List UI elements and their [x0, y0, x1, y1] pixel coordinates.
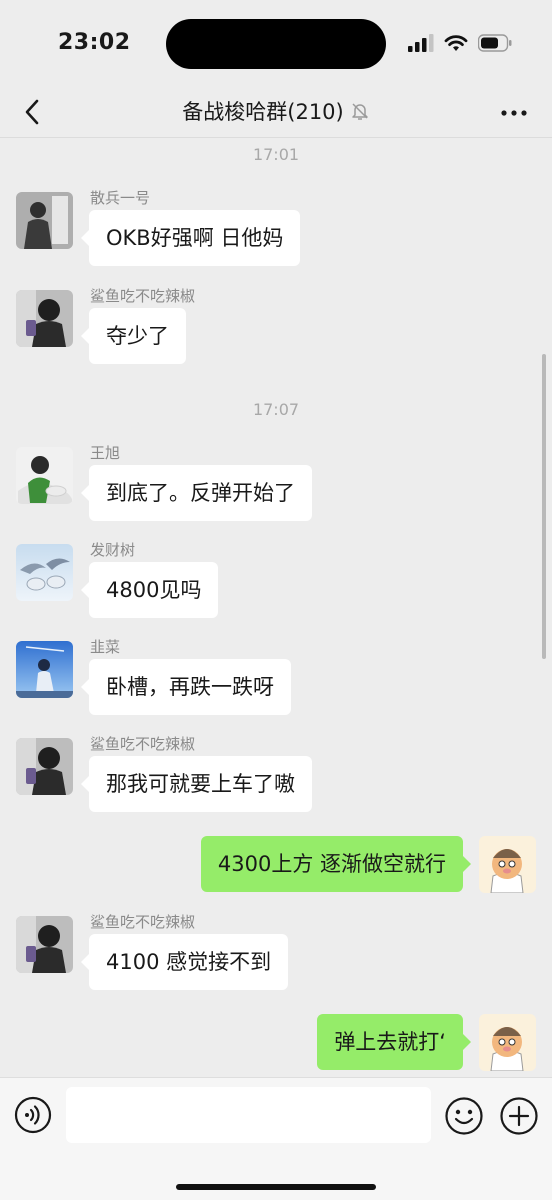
sender-name: 韭菜: [90, 638, 121, 656]
avatar[interactable]: [16, 192, 73, 249]
more-functions-button[interactable]: [499, 1096, 539, 1136]
avatar[interactable]: [16, 447, 73, 504]
voice-button[interactable]: [14, 1096, 52, 1134]
message-bubble[interactable]: 4100 感觉接不到: [80, 934, 289, 990]
scrollbar-thumb[interactable]: [542, 354, 546, 659]
wifi-icon: [444, 35, 468, 51]
message-bubble[interactable]: 到底了。反弹开始了: [81, 465, 312, 521]
timestamp: 17:01: [252, 145, 300, 164]
chat-screen: 23:02 备战梭哈群(210) 17:01 散兵一号 OKB好强啊 日他妈 鲨…: [0, 0, 552, 1200]
message-bubble[interactable]: 4300上方 逐渐做空就行: [200, 836, 472, 892]
nav-bar: 备战梭哈群(210): [0, 88, 552, 138]
status-time: 23:02: [58, 30, 131, 55]
avatar[interactable]: [16, 916, 73, 973]
input-bar: [0, 1077, 552, 1200]
avatar[interactable]: [16, 544, 73, 601]
avatar[interactable]: [16, 290, 73, 347]
bell-off-icon: [351, 103, 368, 120]
emoji-button[interactable]: [444, 1096, 484, 1136]
sender-name: 鲨鱼吃不吃辣椒: [90, 735, 196, 753]
my-avatar[interactable]: [479, 836, 536, 893]
dynamic-island: [166, 19, 386, 69]
my-avatar[interactable]: [479, 1014, 536, 1071]
signal-icon: [408, 34, 434, 52]
more-button[interactable]: [494, 98, 534, 128]
sender-name: 散兵一号: [90, 189, 151, 207]
battery-icon: [478, 34, 512, 52]
message-bubble[interactable]: 夺少了: [81, 308, 186, 364]
more-icon: [501, 110, 527, 116]
status-bar: 23:02: [0, 0, 552, 88]
timestamp: 17:07: [252, 400, 300, 419]
message-bubble[interactable]: OKB好强啊 日他妈: [80, 210, 301, 266]
voice-icon: [14, 1096, 52, 1134]
avatar[interactable]: [16, 641, 73, 698]
plus-icon: [500, 1097, 538, 1135]
message-input[interactable]: [66, 1087, 431, 1143]
sender-name: 鲨鱼吃不吃辣椒: [90, 287, 196, 305]
message-bubble[interactable]: 那我可就要上车了嗷: [81, 756, 312, 812]
message-bubble[interactable]: 弹上去就打‘: [317, 1014, 471, 1070]
home-indicator[interactable]: [176, 1184, 376, 1190]
chat-title-row: 备战梭哈群(210): [0, 96, 552, 126]
emoji-icon: [445, 1097, 483, 1135]
message-bubble[interactable]: 卧槽，再跌一跌呀: [81, 659, 291, 715]
status-icons: [408, 34, 512, 52]
message-bubble[interactable]: 4800见吗: [80, 562, 219, 618]
message-list[interactable]: 17:01 散兵一号 OKB好强啊 日他妈 鲨鱼吃不吃辣椒 夺少了 17:07 …: [0, 139, 552, 1077]
avatar[interactable]: [16, 738, 73, 795]
sender-name: 发财树: [90, 541, 136, 559]
sender-name: 王旭: [90, 444, 121, 462]
sender-name: 鲨鱼吃不吃辣椒: [90, 913, 196, 931]
chat-title: 备战梭哈群(210): [182, 100, 344, 124]
